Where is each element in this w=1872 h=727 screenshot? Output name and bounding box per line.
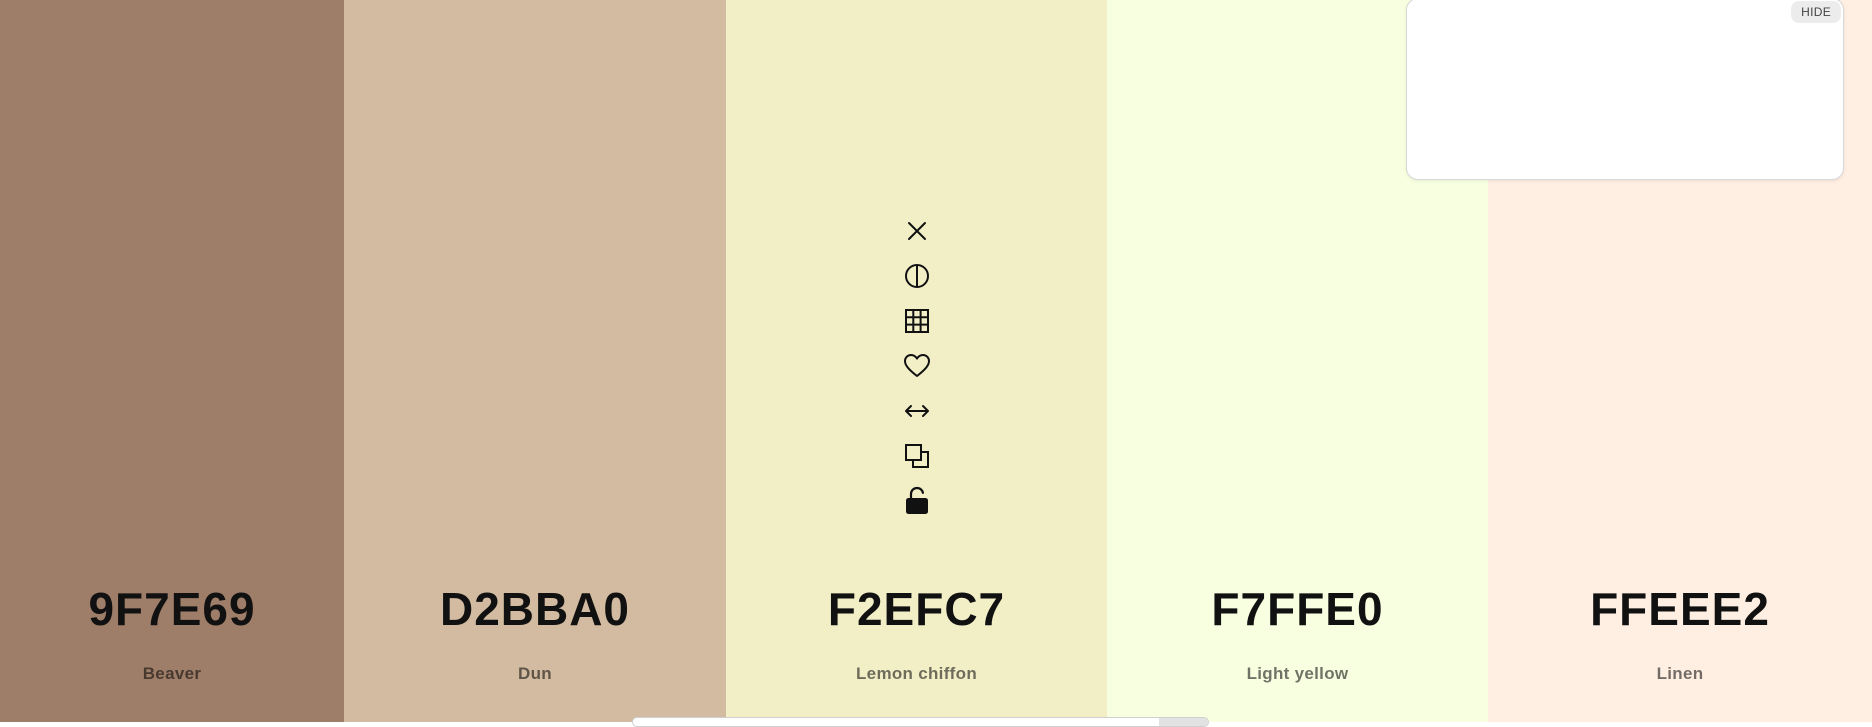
swatch-hex[interactable]: FFEEE2 bbox=[1488, 582, 1872, 636]
hide-button[interactable]: HIDE bbox=[1791, 1, 1841, 23]
swatch-color-name[interactable]: Light yellow bbox=[1107, 664, 1488, 684]
swatch-beaver[interactable]: 9F7E69 Beaver bbox=[0, 0, 344, 722]
bottom-toolbar[interactable] bbox=[632, 717, 1209, 727]
swatch-color-name[interactable]: Linen bbox=[1488, 664, 1872, 684]
grid-icon[interactable] bbox=[900, 304, 934, 338]
close-icon[interactable] bbox=[900, 214, 934, 248]
drag-horizontal-icon[interactable] bbox=[900, 394, 934, 428]
swatch-dun[interactable]: D2BBA0 Dun bbox=[344, 0, 726, 722]
heart-icon[interactable] bbox=[900, 349, 934, 383]
swatch-hex[interactable]: 9F7E69 bbox=[0, 582, 344, 636]
swatch-hex[interactable]: F7FFE0 bbox=[1107, 582, 1488, 636]
unlock-icon[interactable] bbox=[900, 484, 934, 518]
swatch-color-name[interactable]: Dun bbox=[344, 664, 726, 684]
swatch-color-name[interactable]: Beaver bbox=[0, 664, 344, 684]
bottom-toolbar-button[interactable] bbox=[1159, 718, 1208, 726]
swatch-hex[interactable]: F2EFC7 bbox=[726, 582, 1107, 636]
swatch-color-name[interactable]: Lemon chiffon bbox=[726, 664, 1107, 684]
copy-icon[interactable] bbox=[900, 439, 934, 473]
swatch-hex[interactable]: D2BBA0 bbox=[344, 582, 726, 636]
contrast-icon[interactable] bbox=[900, 259, 934, 293]
swatch-toolbar bbox=[726, 214, 1107, 529]
swatch-lemon-chiffon[interactable]: F2EFC7 Lemon chiffon bbox=[726, 0, 1107, 722]
side-panel: HIDE bbox=[1406, 0, 1844, 180]
